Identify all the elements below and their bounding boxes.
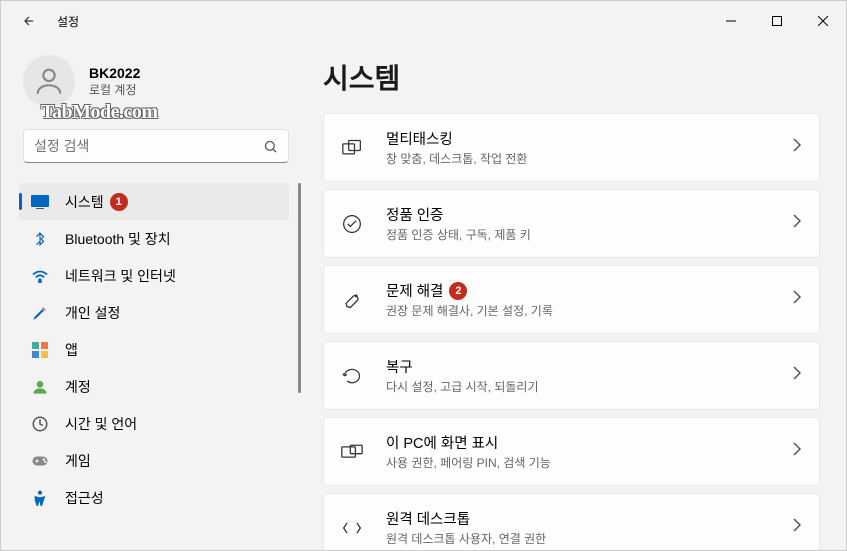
card-title: 문제 해결 2	[386, 280, 793, 301]
card-subtitle: 권장 문제 해결사, 기본 설정, 기록	[386, 302, 793, 319]
card-title: 이 PC에 화면 표시	[386, 432, 793, 453]
nav-item-accessibility[interactable]: 접근성	[19, 479, 289, 516]
annotation-badge: 2	[449, 282, 467, 300]
setting-card-projecting[interactable]: 이 PC에 화면 표시 사용 권한, 페어링 PIN, 검색 기능	[323, 417, 820, 486]
close-button[interactable]	[800, 1, 846, 41]
setting-card-multitasking[interactable]: 멀티태스킹 창 맞춤, 데스크톱, 작업 전환	[323, 113, 820, 182]
search-input[interactable]	[34, 138, 263, 154]
scrollbar-thumb[interactable]	[298, 183, 301, 393]
bluetooth-icon	[31, 230, 49, 248]
nav-item-accounts[interactable]: 계정	[19, 368, 289, 405]
projecting-icon	[340, 440, 364, 464]
nav-item-label: 앱	[65, 340, 78, 360]
search-icon	[263, 139, 278, 154]
chevron-right-icon	[793, 366, 801, 385]
nav-item-label: Bluetooth 및 장치	[65, 229, 171, 249]
card-subtitle: 원격 데스크톱 사용자, 연결 권한	[386, 530, 793, 547]
page-title: 시스템	[323, 57, 820, 97]
nav-item-label: 접근성	[65, 488, 104, 508]
chevron-right-icon	[793, 214, 801, 233]
remote-desktop-icon	[340, 516, 364, 540]
chevron-right-icon	[793, 290, 801, 309]
maximize-button[interactable]	[754, 1, 800, 41]
chevron-right-icon	[793, 518, 801, 537]
card-title: 정품 인증	[386, 204, 793, 225]
nav-item-label: 게임	[65, 451, 91, 471]
card-title: 멀티태스킹	[386, 128, 793, 149]
nav-item-network[interactable]: 네트워크 및 인터넷	[19, 257, 289, 294]
nav-item-time-language[interactable]: 시간 및 언어	[19, 405, 289, 442]
minimize-button[interactable]	[708, 1, 754, 41]
card-subtitle: 다시 설정, 고급 시작, 되돌리기	[386, 378, 793, 395]
nav-item-personalization[interactable]: 개인 설정	[19, 294, 289, 331]
check-circle-icon	[340, 212, 364, 236]
person-icon	[31, 378, 49, 396]
gamepad-icon	[31, 452, 49, 470]
nav-item-label: 시간 및 언어	[65, 414, 137, 434]
nav-item-label: 시스템	[65, 192, 104, 212]
chevron-right-icon	[793, 442, 801, 461]
nav: 시스템 1 Bluetooth 및 장치 네트워크 및 인터넷 개인 설	[1, 181, 311, 516]
arrow-left-icon	[22, 14, 36, 28]
nav-item-gaming[interactable]: 게임	[19, 442, 289, 479]
nav-item-apps[interactable]: 앱	[19, 331, 289, 368]
card-title: 복구	[386, 356, 793, 377]
annotation-badge: 1	[110, 193, 128, 211]
account-name: BK2022	[89, 65, 140, 81]
nav-item-label: 개인 설정	[65, 303, 120, 323]
nav-item-label: 계정	[65, 377, 91, 397]
paintbrush-icon	[31, 304, 49, 322]
nav-item-system[interactable]: 시스템 1	[19, 183, 289, 220]
recovery-icon	[340, 364, 364, 388]
sidebar: TabMode.com BK2022 로컬 계정 시스템 1	[1, 41, 311, 550]
avatar	[23, 55, 75, 107]
card-subtitle: 정품 인증 상태, 구독, 제품 키	[386, 226, 793, 243]
multitasking-icon	[340, 136, 364, 160]
person-icon	[32, 64, 66, 98]
back-button[interactable]	[19, 11, 39, 31]
wrench-icon	[340, 288, 364, 312]
nav-item-bluetooth[interactable]: Bluetooth 및 장치	[19, 220, 289, 257]
setting-card-remote-desktop[interactable]: 원격 데스크톱 원격 데스크톱 사용자, 연결 권한	[323, 493, 820, 550]
accessibility-icon	[31, 489, 49, 507]
setting-card-recovery[interactable]: 복구 다시 설정, 고급 시작, 되돌리기	[323, 341, 820, 410]
card-subtitle: 사용 권한, 페어링 PIN, 검색 기능	[386, 454, 793, 471]
setting-card-activation[interactable]: 정품 인증 정품 인증 상태, 구독, 제품 키	[323, 189, 820, 258]
search-box[interactable]	[23, 129, 289, 163]
titlebar-title: 설정	[57, 13, 79, 30]
chevron-right-icon	[793, 138, 801, 157]
wifi-icon	[31, 267, 49, 285]
clock-globe-icon	[31, 415, 49, 433]
main-content: 시스템 멀티태스킹 창 맞춤, 데스크톱, 작업 전환 정품 인증 정품 인	[311, 41, 846, 550]
close-icon	[818, 16, 828, 26]
titlebar: 설정	[1, 1, 846, 41]
setting-card-troubleshoot[interactable]: 문제 해결 2 권장 문제 해결사, 기본 설정, 기록	[323, 265, 820, 334]
maximize-icon	[772, 16, 782, 26]
minimize-icon	[726, 16, 736, 26]
account-subtitle: 로컬 계정	[89, 81, 140, 98]
window-controls	[708, 1, 846, 41]
nav-item-label: 네트워크 및 인터넷	[65, 266, 176, 286]
card-title: 원격 데스크톱	[386, 508, 793, 529]
apps-icon	[31, 341, 49, 359]
card-subtitle: 창 맞춤, 데스크톱, 작업 전환	[386, 150, 793, 167]
account-block[interactable]: BK2022 로컬 계정	[1, 55, 311, 129]
display-icon	[31, 193, 49, 211]
